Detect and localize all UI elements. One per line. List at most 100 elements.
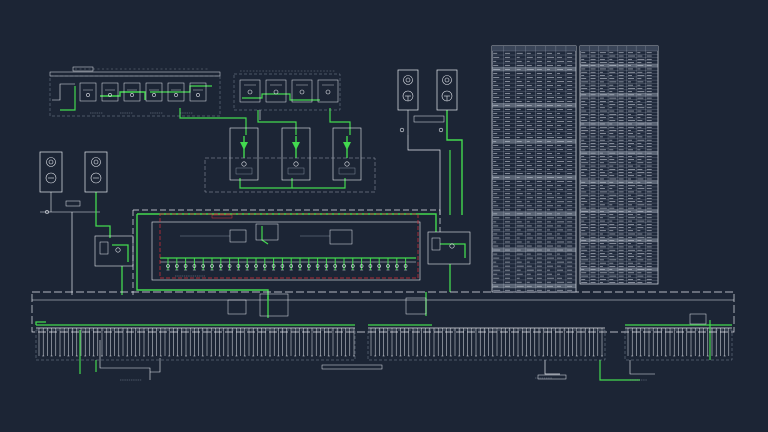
green-feeder	[257, 110, 297, 135]
table-band	[580, 238, 658, 242]
table-band	[580, 63, 658, 68]
pump-triangle	[292, 142, 300, 150]
green-collector	[136, 214, 269, 300]
breaker-symbol	[299, 89, 305, 95]
switchgear-right	[427, 231, 471, 265]
label-strip	[537, 374, 567, 380]
table-band	[580, 209, 658, 213]
valve-box	[413, 115, 445, 123]
pump-triangle	[343, 142, 351, 150]
motor-symbol	[293, 161, 299, 167]
schedule-table-a	[491, 45, 577, 293]
pump-ring-inner	[444, 77, 450, 83]
breaker-symbol	[130, 93, 134, 97]
breaker-symbol	[86, 93, 90, 97]
switchgear-left	[94, 235, 134, 267]
control-unit	[329, 229, 353, 245]
cabinet-section	[317, 79, 339, 103]
tank-pump	[436, 69, 458, 111]
green-bus	[150, 85, 212, 93]
table-band	[492, 247, 576, 252]
green-loop	[292, 178, 346, 189]
lv-section-frame	[35, 329, 356, 361]
pump-ring	[442, 75, 452, 85]
valve-box	[65, 200, 81, 207]
motor-symbol	[115, 247, 121, 253]
green-feeder	[179, 108, 247, 135]
pump-triangle	[240, 142, 248, 150]
table-frame	[491, 45, 577, 293]
green-riser	[446, 110, 463, 215]
breaker-symbol	[152, 93, 156, 97]
feeder	[52, 83, 75, 101]
breaker	[431, 237, 441, 251]
table-band	[580, 151, 658, 155]
label-box	[287, 167, 305, 175]
pump-ring	[91, 157, 101, 167]
drawing-canvas	[31, 45, 735, 381]
pump-ring	[403, 75, 413, 85]
control-unit	[255, 223, 279, 241]
control-unit	[229, 229, 247, 243]
green-outgoing	[599, 360, 640, 381]
table-band	[580, 267, 658, 272]
instrument	[399, 127, 405, 133]
green-bus	[440, 243, 466, 258]
central-distribution	[151, 221, 421, 281]
breaker-symbol	[196, 93, 200, 97]
transfer-switch	[259, 293, 289, 317]
cabinet-section	[101, 82, 119, 102]
green-feeder	[60, 86, 76, 111]
pump-ring	[46, 157, 56, 167]
cabinet-section	[239, 79, 261, 103]
motor-symbol	[241, 161, 247, 167]
tank-pump	[397, 69, 419, 111]
motor-symbol	[344, 161, 350, 167]
label-strip	[321, 364, 383, 370]
table-band	[580, 122, 658, 126]
meter-box	[689, 313, 707, 325]
green-feeder	[95, 212, 111, 238]
cabinet-section	[265, 79, 287, 103]
table-band	[492, 283, 576, 288]
label-box	[338, 167, 356, 175]
green-bus	[242, 93, 320, 101]
schedule-tables-layer	[491, 45, 659, 293]
pump-ring-inner	[48, 159, 54, 165]
transfer-switch	[227, 299, 247, 315]
green-collector	[137, 213, 437, 232]
lv-section-frame	[367, 329, 606, 361]
table-header	[492, 46, 576, 51]
breaker-symbol	[247, 89, 253, 95]
red-tag	[211, 214, 233, 219]
main-switchboard-frame	[31, 291, 735, 333]
wire	[407, 135, 441, 215]
pump-group-boundary	[204, 157, 376, 193]
table-band	[492, 139, 576, 144]
outgoing	[544, 360, 560, 375]
green-bus	[100, 91, 146, 100]
table-band	[492, 175, 576, 180]
cabinet-section	[291, 79, 313, 103]
panel-upper-middle	[233, 73, 341, 111]
table-header	[580, 46, 658, 51]
table-band	[492, 103, 576, 108]
instrument	[438, 127, 444, 133]
green-bus	[112, 244, 129, 262]
table-band	[492, 211, 576, 216]
breaker-symbol	[174, 93, 178, 97]
table-band	[492, 67, 576, 72]
table-band	[580, 93, 658, 97]
label-box	[235, 167, 253, 175]
green-loop	[239, 178, 293, 189]
breaker-symbol	[325, 89, 331, 95]
outgoing	[629, 360, 655, 375]
table-band	[580, 180, 658, 184]
tank-pump	[39, 151, 63, 193]
breaker	[99, 241, 109, 255]
tank-pump	[84, 151, 108, 193]
pump-ring-inner	[405, 77, 411, 83]
schedule-table-b	[579, 45, 659, 285]
transfer-switch	[405, 297, 427, 315]
pump-ring-inner	[93, 159, 99, 165]
